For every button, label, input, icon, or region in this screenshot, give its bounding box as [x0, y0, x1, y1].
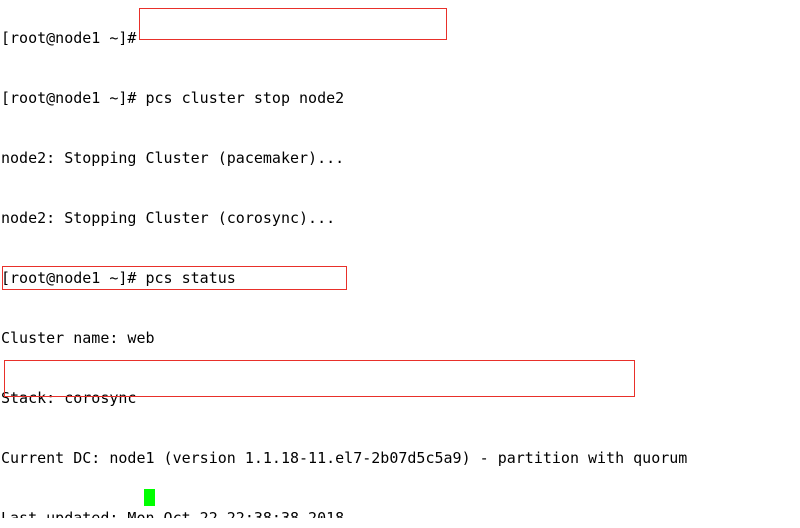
terminal-line-cluster-name: Cluster name: web — [1, 329, 155, 347]
terminal-line-command-status: [root@node1 ~]# pcs status — [1, 269, 236, 287]
terminal-line-last-updated: Last updated: Mon Oct 22 22:38:38 2018 — [1, 509, 345, 518]
terminal-line: [root@node1 ~]# — [1, 29, 137, 47]
terminal-line: node2: Stopping Cluster (pacemaker)... — [1, 149, 345, 167]
terminal-line-current-dc: Current DC: node1 (version 1.1.18-11.el7… — [1, 449, 688, 467]
terminal-output[interactable]: [root@node1 ~]# [root@node1 ~]# pcs clus… — [0, 0, 800, 518]
terminal-line-command-stop: [root@node1 ~]# pcs cluster stop node2 — [1, 89, 345, 107]
terminal-cursor — [144, 489, 155, 506]
terminal-line-stack: Stack: corosync — [1, 389, 137, 407]
terminal-line: node2: Stopping Cluster (corosync)... — [1, 209, 336, 227]
terminal-window[interactable]: [root@node1 ~]# [root@node1 ~]# pcs clus… — [0, 0, 800, 518]
